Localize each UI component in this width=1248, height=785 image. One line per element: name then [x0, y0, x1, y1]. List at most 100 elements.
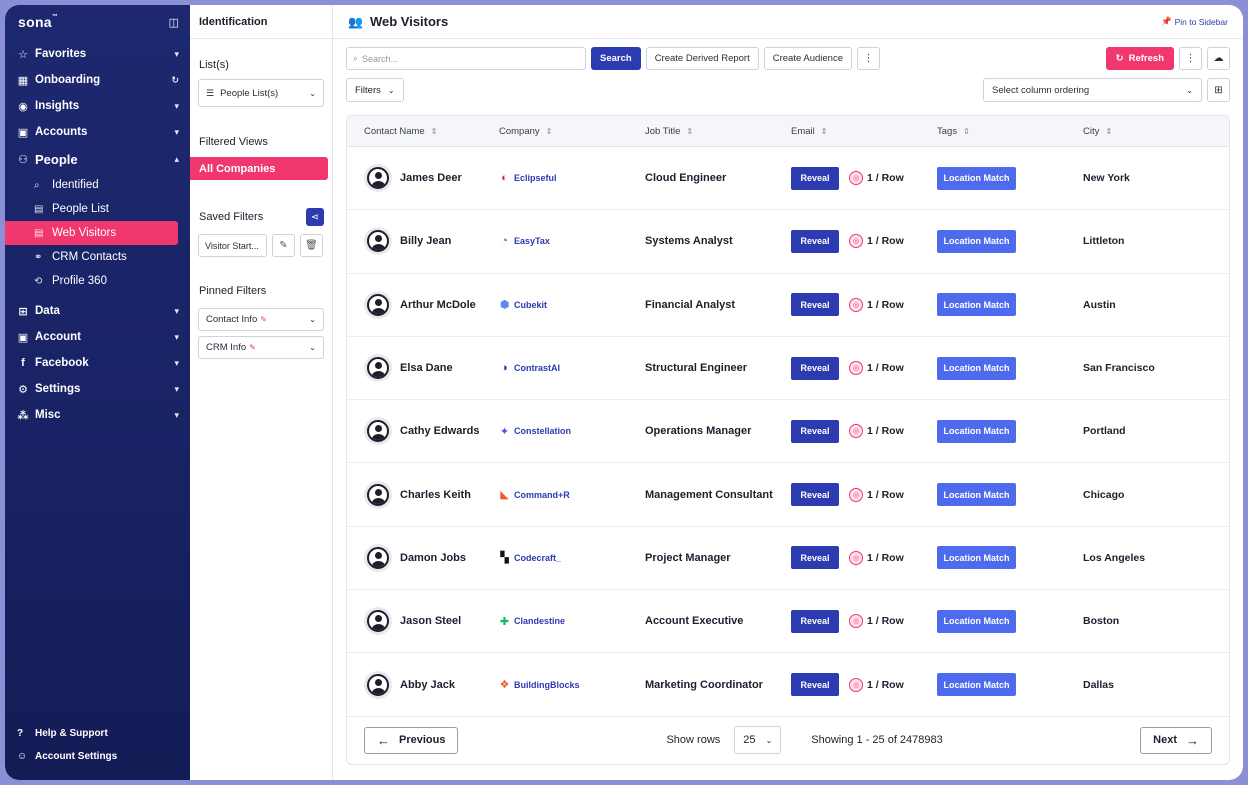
pin-to-sidebar-link[interactable]: 📌 Pin to Sidebar [1161, 16, 1228, 27]
edit-icon[interactable]: ✎ [272, 234, 295, 257]
pinned-filter-crm-info[interactable]: CRM Info ✎ ⌄ [198, 336, 324, 359]
sidebar-subitem-web-visitors[interactable]: ▤ Web Visitors [5, 221, 178, 245]
company-name[interactable]: Command+R [514, 490, 570, 500]
sidebar-item-favorites[interactable]: ☆ Favorites ▾ [5, 41, 190, 67]
header-job-title[interactable]: Job Title ⇕ [645, 126, 791, 137]
previous-button[interactable]: ← Previous [364, 726, 459, 754]
header-company[interactable]: Company ⇕ [499, 126, 645, 137]
create-audience-button[interactable]: Create Audience [763, 47, 852, 70]
search-button[interactable]: Search [591, 47, 641, 70]
share-icon[interactable]: ⋖ [306, 208, 324, 226]
sidebar-item-onboarding[interactable]: ▦ Onboarding ↻ [5, 67, 190, 93]
location-match-tag[interactable]: Location Match [937, 546, 1016, 570]
job-title: Marketing Coordinator [645, 678, 763, 691]
sidebar-item-facebook[interactable]: f Facebook ▾ [5, 350, 190, 376]
people-lists-select[interactable]: ☰ People List(s) ⌄ [198, 79, 324, 107]
company-name[interactable]: Eclipseful [514, 173, 557, 183]
rows-per-page-select[interactable]: 25 ⌄ [734, 726, 782, 754]
reveal-button[interactable]: Reveal [791, 293, 839, 317]
contact-cell: Jason Steel [347, 607, 499, 636]
table-row[interactable]: Elsa Dane ◑ ContrastAI Structural Engine… [347, 337, 1229, 401]
header-tags[interactable]: Tags ⇕ [937, 126, 1083, 137]
table-row[interactable]: Charles Keith ◣ Command+R Management Con… [347, 463, 1229, 527]
pinned-filter-contact-info[interactable]: Contact Info ✎ ⌄ [198, 308, 324, 331]
contact-name[interactable]: Arthur McDole [400, 299, 476, 311]
sidebar-item-data[interactable]: ⊞ Data ▾ [5, 298, 190, 324]
contact-name[interactable]: Jason Steel [400, 615, 461, 627]
sidebar-item-people[interactable]: ⚇ People ▴ [5, 145, 190, 173]
saved-filter-chip[interactable]: Visitor Start... [198, 234, 267, 257]
more-options-icon[interactable]: ⋮ [856, 47, 880, 70]
contact-name[interactable]: Elsa Dane [400, 362, 453, 374]
create-derived-report-button[interactable]: Create Derived Report [645, 47, 759, 70]
company-name[interactable]: Constellation [514, 426, 571, 436]
contact-name[interactable]: Cathy Edwards [400, 425, 479, 437]
contact-name[interactable]: Charles Keith [400, 489, 471, 501]
company-name[interactable]: BuildingBlocks [514, 680, 580, 690]
cloud-download-icon[interactable]: ☁ [1207, 47, 1230, 70]
user-icon [367, 230, 389, 253]
column-ordering-select[interactable]: Select column ordering ⌄ [983, 78, 1202, 102]
search-input[interactable]: ⌕ Search... [346, 47, 586, 70]
visitors-table: Contact Name ⇕ Company ⇕ Job Title ⇕ Email ⇕… [346, 115, 1230, 765]
sidebar-item-account[interactable]: ▣ Account ▾ [5, 324, 190, 350]
sidebar-item-insights[interactable]: ◉ Insights ▾ [5, 93, 190, 119]
reveal-button[interactable]: Reveal [791, 546, 839, 570]
grid-view-icon[interactable]: ⊞ [1207, 78, 1230, 102]
location-match-tag[interactable]: Location Match [937, 419, 1016, 443]
contact-name[interactable]: James Deer [400, 172, 462, 184]
company-name[interactable]: Cubekit [514, 300, 547, 310]
company-name[interactable]: ContrastAI [514, 363, 560, 373]
reveal-button[interactable]: Reveal [791, 166, 839, 190]
table-row[interactable]: Cathy Edwards ✦ Constellation Operations… [347, 400, 1229, 464]
header-contact-name[interactable]: Contact Name ⇕ [347, 126, 499, 137]
location-match-tag[interactable]: Location Match [937, 166, 1016, 190]
location-match-tag[interactable]: Location Match [937, 293, 1016, 317]
location-match-tag[interactable]: Location Match [937, 609, 1016, 633]
contact-name[interactable]: Abby Jack [400, 679, 455, 691]
view-all-companies[interactable]: All Companies [190, 157, 328, 180]
contact-name[interactable]: Billy Jean [400, 235, 451, 247]
location-match-tag[interactable]: Location Match [937, 356, 1016, 380]
company-name[interactable]: Codecraft_ [514, 553, 561, 563]
table-row[interactable]: Arthur McDole ⬢ Cubekit Financial Analys… [347, 274, 1229, 337]
account-settings-link[interactable]: ☺ Account Settings [5, 745, 190, 768]
table-row[interactable]: James Deer ◐ Eclipseful Cloud Engineer R… [347, 147, 1229, 211]
chevron-down-icon: ▾ [174, 100, 179, 111]
reveal-button[interactable]: Reveal [791, 673, 839, 697]
trash-icon[interactable]: 🗑 [300, 234, 323, 257]
sidebar-subitem-identified[interactable]: ⌕ Identified [5, 173, 190, 197]
collapse-sidebar-icon[interactable]: ◫ [169, 16, 179, 29]
table-row[interactable]: Billy Jean ◔ EasyTax Systems Analyst Rev… [347, 210, 1229, 274]
company-name[interactable]: Clandestine [514, 616, 565, 626]
sidebar-subitem-crm-contacts[interactable]: ⚭ CRM Contacts [5, 245, 190, 269]
refresh-button[interactable]: ↻ Refresh [1105, 47, 1174, 70]
location-match-tag[interactable]: Location Match [937, 229, 1016, 253]
sidebar-item-settings[interactable]: ⚙ Settings ▾ [5, 376, 190, 402]
company-name[interactable]: EasyTax [514, 236, 550, 246]
table-row[interactable]: Abby Jack ❖ BuildingBlocks Marketing Coo… [347, 653, 1229, 717]
sidebar-item-misc[interactable]: ⁂ Misc ▾ [5, 402, 190, 428]
reveal-button[interactable]: Reveal [791, 229, 839, 253]
sidebar-subitem-profile-360[interactable]: ⟲ Profile 360 [5, 269, 190, 293]
sort-icon: ⇕ [686, 126, 694, 136]
sidebar-item-accounts[interactable]: ▣ Accounts ▾ [5, 119, 190, 145]
saved-filter-row: Visitor Start... ✎ 🗑 [198, 234, 323, 257]
reveal-button[interactable]: Reveal [791, 356, 839, 380]
location-match-tag[interactable]: Location Match [937, 673, 1016, 697]
reveal-button[interactable]: Reveal [791, 483, 839, 507]
table-row[interactable]: Damon Jobs ▚ Codecraft_ Project Manager … [347, 527, 1229, 591]
reveal-button[interactable]: Reveal [791, 419, 839, 443]
header-email[interactable]: Email ⇕ [791, 126, 937, 137]
kebab-menu-icon[interactable]: ⋮ [1179, 47, 1202, 70]
table-row[interactable]: Jason Steel ✚ Clandestine Account Execut… [347, 590, 1229, 654]
filters-dropdown[interactable]: Filters ⌄ [346, 78, 404, 102]
contact-name[interactable]: Damon Jobs [400, 552, 466, 564]
sidebar-subitem-people-list[interactable]: ▤ People List [5, 197, 190, 221]
reveal-button[interactable]: Reveal [791, 609, 839, 633]
help-support-link[interactable]: ? Help & Support [5, 722, 190, 745]
next-button[interactable]: Next → [1140, 726, 1212, 754]
header-city[interactable]: City ⇕ [1083, 126, 1223, 137]
city: Boston [1083, 615, 1120, 628]
location-match-tag[interactable]: Location Match [937, 483, 1016, 507]
